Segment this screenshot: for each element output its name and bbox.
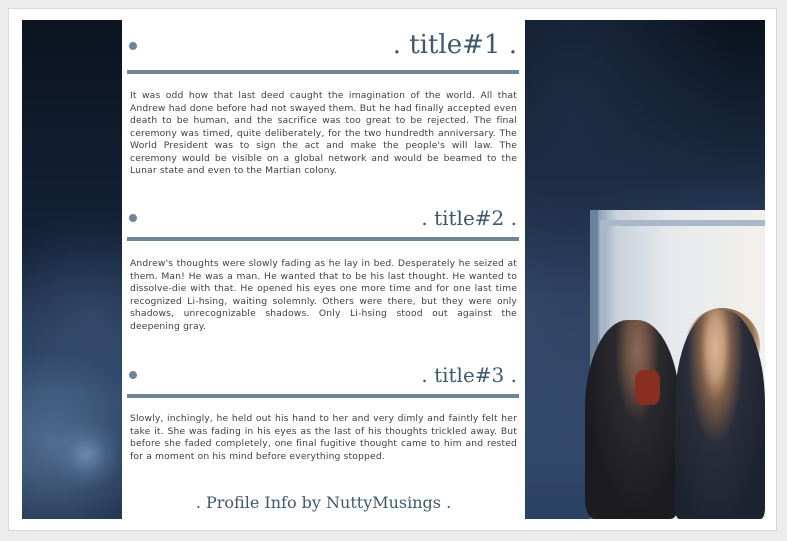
bullet-dot-icon — [129, 214, 137, 222]
section-header: . title#3 . — [122, 357, 525, 409]
bullet-dot-icon — [129, 371, 137, 379]
section-2: . title#2 . Andrew's thoughts were slowl… — [122, 200, 525, 332]
section-divider — [127, 237, 519, 241]
flower-decoration — [52, 420, 122, 490]
section-divider — [127, 70, 519, 74]
section-header: . title#1 . — [122, 20, 525, 74]
section-title: . title#2 . — [421, 206, 517, 230]
section-1: . title#1 . It was odd how that last dee… — [122, 20, 525, 176]
section-paragraph: Slowly, inchingly, he held out his hand … — [130, 413, 517, 462]
section-3: . title#3 . Slowly, inchingly, he held o… — [122, 357, 525, 462]
woman-figure-image — [675, 310, 765, 519]
left-background-image — [22, 20, 122, 519]
scarf-image-part — [635, 370, 660, 405]
section-paragraph: It was odd how that last deed caught the… — [130, 90, 517, 176]
bullet-dot-icon — [129, 42, 137, 50]
right-background-image — [525, 20, 765, 519]
section-divider — [127, 394, 519, 398]
section-header: . title#2 . — [122, 200, 525, 252]
section-title: . title#1 . — [392, 30, 517, 60]
section-title: . title#3 . — [421, 363, 517, 387]
profile-credit: . Profile Info by NuttyMusings . — [195, 493, 452, 512]
section-paragraph: Andrew's thoughts were slowly fading as … — [130, 258, 517, 332]
content-column: . title#1 . It was odd how that last dee… — [122, 20, 525, 519]
man-figure-image — [585, 320, 680, 519]
